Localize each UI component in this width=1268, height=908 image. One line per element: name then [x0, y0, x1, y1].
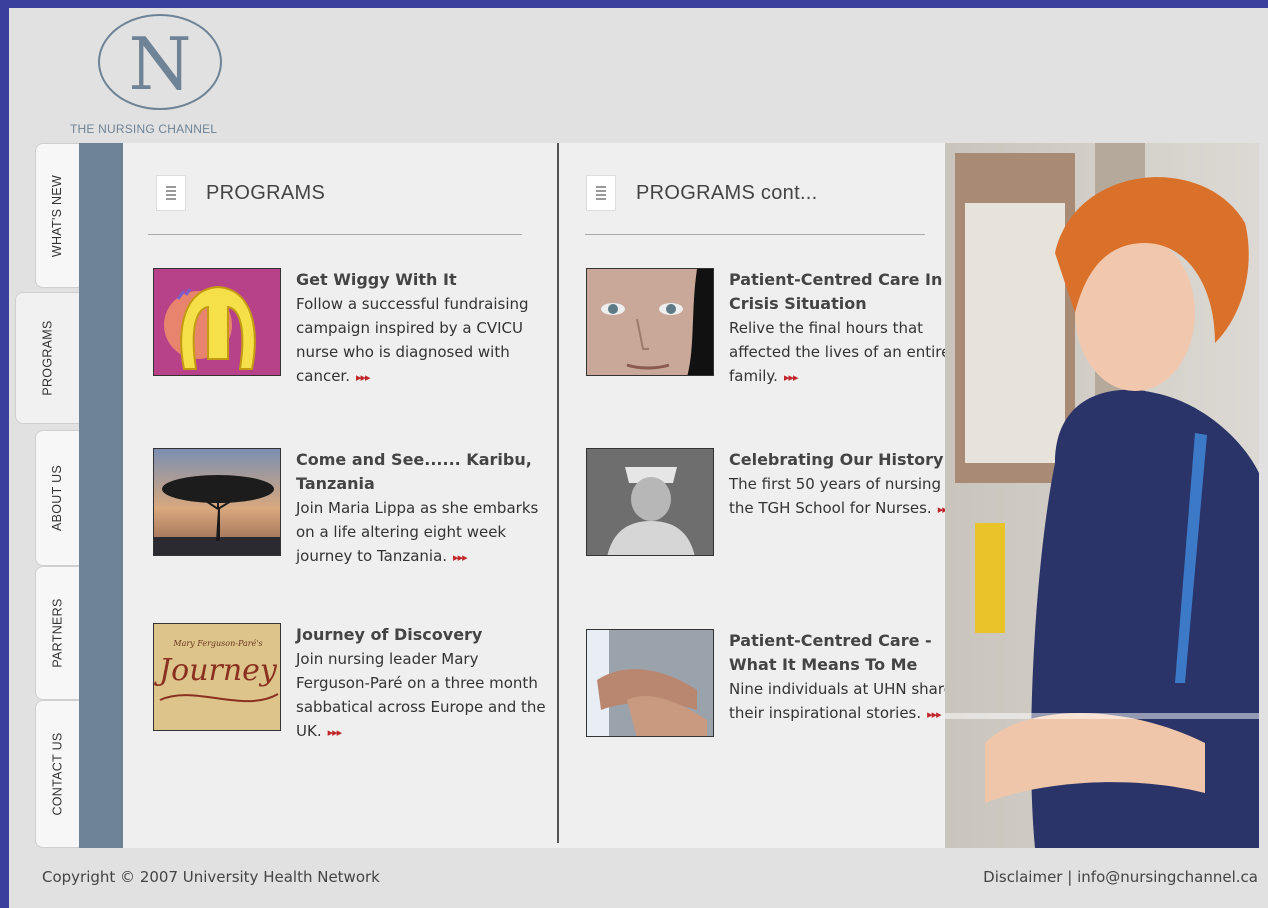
document-icon [156, 175, 186, 211]
more-arrow-icon[interactable]: ▸▸▸ [784, 371, 799, 384]
tab-about-us[interactable]: ABOUT US [35, 430, 79, 566]
item-title[interactable]: Patient-Centred Care In A Crisis Situati… [729, 268, 979, 316]
item-text: Patient-Centred Care In A Crisis Situati… [729, 268, 979, 390]
item-text: Celebrating Our History The first 50 yea… [729, 448, 979, 522]
disclaimer-link[interactable]: Disclaimer [983, 868, 1062, 886]
separator: | [1067, 868, 1073, 886]
sidebar-accent-bar [79, 143, 123, 848]
header-rule [585, 234, 925, 235]
logo[interactable]: N THE NURSING CHANNEL [70, 14, 270, 144]
tab-contact-us[interactable]: CONTACT US [35, 700, 79, 848]
logo-oval: N [98, 14, 222, 110]
item-description: Relive the final hours that affected the… [729, 319, 951, 385]
tab-label: PARTNERS [50, 598, 65, 668]
item-description: Nine individuals at UHN share their insp… [729, 680, 953, 722]
item-text: Journey of Discovery Join nursing leader… [296, 623, 546, 745]
tab-whats-new[interactable]: WHAT'S NEW [35, 143, 79, 288]
email-link[interactable]: info@nursingchannel.ca [1077, 868, 1258, 886]
logo-letter: N [128, 22, 192, 106]
tree-thumbnail[interactable] [153, 448, 281, 556]
journey-small-text: Mary Ferguson-Paré's [172, 639, 262, 648]
tab-label: WHAT'S NEW [50, 174, 65, 257]
programs-header: PROGRAMS [156, 175, 325, 211]
section-title: PROGRAMS cont... [636, 181, 818, 204]
journey-thumbnail[interactable]: Mary Ferguson-Paré's Journey [153, 623, 281, 731]
nurse-photo [945, 143, 1259, 848]
wig-thumbnail[interactable] [153, 268, 281, 376]
more-arrow-icon[interactable]: ▸▸▸ [453, 551, 468, 564]
nurse-history-thumbnail[interactable] [586, 448, 714, 556]
column-divider [557, 143, 559, 843]
more-arrow-icon[interactable]: ▸▸▸ [356, 371, 371, 384]
item-text: Come and See...... Karibu, Tanzania Join… [296, 448, 546, 570]
item-description: Follow a successful fundraising campaign… [296, 295, 529, 385]
more-arrow-icon[interactable]: ▸▸▸ [927, 708, 942, 721]
copyright-text: Copyright © 2007 University Health Netwo… [42, 868, 380, 886]
hands-thumbnail[interactable] [586, 629, 714, 737]
item-description: Join Maria Lippa as she embarks on a lif… [296, 499, 539, 565]
item-text: Get Wiggy With It Follow a successful fu… [296, 268, 546, 390]
tab-label: PROGRAMS [40, 320, 55, 396]
tab-partners[interactable]: PARTNERS [35, 566, 79, 700]
header-rule [148, 234, 522, 235]
programs-panel: PROGRAMS PROGRAMS cont... Get Wiggy With… [123, 143, 961, 848]
face-thumbnail[interactable] [586, 268, 714, 376]
section-title: PROGRAMS [206, 181, 326, 204]
tab-programs[interactable]: PROGRAMS [15, 292, 79, 424]
item-title[interactable]: Celebrating Our History [729, 448, 979, 472]
tab-label: CONTACT US [50, 732, 65, 816]
logo-name: THE NURSING CHANNEL [70, 122, 218, 136]
item-description: Join nursing leader Mary Ferguson-Paré o… [296, 650, 546, 740]
tab-label: ABOUT US [50, 464, 65, 532]
item-text: Patient-Centred Care - What It Means To … [729, 629, 979, 727]
document-icon [586, 175, 616, 211]
item-description: The first 50 years of nursing at the TGH… [729, 475, 961, 517]
item-title[interactable]: Come and See...... Karibu, Tanzania [296, 448, 546, 496]
item-title[interactable]: Get Wiggy With It [296, 268, 546, 292]
item-title[interactable]: Patient-Centred Care - What It Means To … [729, 629, 979, 677]
programs-cont-header: PROGRAMS cont... [586, 175, 818, 211]
journey-big-text: Journey [154, 653, 278, 688]
more-arrow-icon[interactable]: ▸▸▸ [328, 726, 343, 739]
footer-links: Disclaimer | info@nursingchannel.ca [983, 868, 1258, 886]
item-title[interactable]: Journey of Discovery [296, 623, 546, 647]
